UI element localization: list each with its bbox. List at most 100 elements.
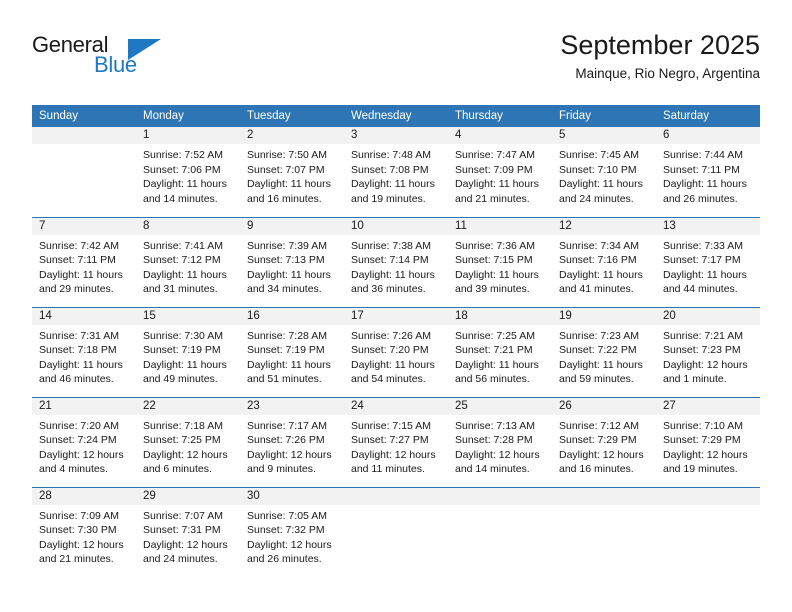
day-detail-line: Sunrise: 7:09 AM — [39, 509, 119, 522]
day-number: 12 — [552, 217, 656, 235]
calendar-day-cell[interactable]: 19 Sunrise: 7:23 AM Sunset: 7:22 PM Dayligh… — [552, 306, 656, 397]
day-detail-line: Daylight: 12 hours — [39, 448, 124, 461]
calendar-day-cell[interactable]: 22 Sunrise: 7:18 AM Sunset: 7:25 PM Dayligh… — [136, 396, 240, 487]
day-details: Sunrise: 7:42 AM Sunset: 7:11 PM Daylight:… — [32, 235, 136, 297]
day-detail-line: Daylight: 11 hours — [39, 358, 123, 371]
day-detail-line: and 19 minutes. — [663, 463, 738, 476]
calendar-day-cell[interactable]: 28 Sunrise: 7:09 AM Sunset: 7:30 PM Dayligh… — [32, 486, 136, 577]
page-header: General Blue September 2025 Mainque, Rio… — [32, 28, 760, 90]
calendar-day-cell[interactable]: 17 Sunrise: 7:26 AM Sunset: 7:20 PM Dayligh… — [344, 306, 448, 397]
day-detail-line: and 24 minutes. — [559, 192, 634, 205]
day-detail-line: and 24 minutes. — [143, 553, 218, 566]
calendar-day-cell[interactable]: 15 Sunrise: 7:30 AM Sunset: 7:19 PM Dayligh… — [136, 306, 240, 397]
general-blue-logo: General Blue — [32, 32, 212, 84]
day-details: Sunrise: 7:52 AM Sunset: 7:06 PM Daylight:… — [136, 144, 240, 206]
day-number: 9 — [240, 217, 344, 235]
calendar-day-cell[interactable]: 30 Sunrise: 7:05 AM Sunset: 7:32 PM Dayligh… — [240, 486, 344, 577]
day-detail-line: and 39 minutes. — [455, 283, 530, 296]
day-detail-line: Sunset: 7:25 PM — [143, 434, 221, 447]
calendar-day-cell[interactable]: 20 Sunrise: 7:21 AM Sunset: 7:23 PM Dayligh… — [656, 306, 760, 397]
calendar-day-cell[interactable]: 1 Sunrise: 7:52 AM Sunset: 7:06 PM Daylight… — [136, 127, 240, 217]
calendar-day-cell[interactable]: 23 Sunrise: 7:17 AM Sunset: 7:26 PM Dayligh… — [240, 396, 344, 487]
day-details: Sunrise: 7:45 AM Sunset: 7:10 PM Daylight:… — [552, 144, 656, 206]
day-detail-line: and 16 minutes. — [559, 463, 634, 476]
weekday-header-wednesday: Wednesday — [344, 105, 448, 127]
day-detail-line: Daylight: 12 hours — [351, 448, 436, 461]
day-details: Sunrise: 7:07 AM Sunset: 7:31 PM Daylight:… — [136, 505, 240, 567]
calendar-day-cell[interactable]: 27 Sunrise: 7:10 AM Sunset: 7:29 PM Dayligh… — [656, 396, 760, 487]
day-number: 15 — [136, 307, 240, 325]
day-detail-line: Sunrise: 7:30 AM — [143, 329, 223, 342]
calendar-day-cell[interactable]: 5 Sunrise: 7:45 AM Sunset: 7:10 PM Daylight… — [552, 127, 656, 217]
day-number: 21 — [32, 397, 136, 415]
calendar-day-cell[interactable]: 11 Sunrise: 7:36 AM Sunset: 7:15 PM Dayligh… — [448, 216, 552, 307]
day-detail-line: Daylight: 11 hours — [247, 268, 331, 281]
day-detail-line: and 36 minutes. — [351, 283, 426, 296]
day-detail-line: and 19 minutes. — [351, 192, 426, 205]
calendar-day-cell[interactable]: 26 Sunrise: 7:12 AM Sunset: 7:29 PM Dayligh… — [552, 396, 656, 487]
day-detail-line: Sunrise: 7:23 AM — [559, 329, 639, 342]
day-number: 25 — [448, 397, 552, 415]
day-details: Sunrise: 7:33 AM Sunset: 7:17 PM Daylight:… — [656, 235, 760, 297]
calendar-day-cell[interactable]: 12 Sunrise: 7:34 AM Sunset: 7:16 PM Dayligh… — [552, 216, 656, 307]
day-detail-line: and 16 minutes. — [247, 192, 322, 205]
weekday-header-friday: Friday — [552, 105, 656, 127]
day-number: 2 — [240, 127, 344, 144]
calendar-day-cell[interactable]: 21 Sunrise: 7:20 AM Sunset: 7:24 PM Dayligh… — [32, 396, 136, 487]
day-details: Sunrise: 7:41 AM Sunset: 7:12 PM Daylight:… — [136, 235, 240, 297]
day-number: 30 — [240, 487, 344, 505]
day-details: Sunrise: 7:34 AM Sunset: 7:16 PM Daylight:… — [552, 235, 656, 297]
day-number: 18 — [448, 307, 552, 325]
day-details — [656, 505, 760, 509]
day-detail-line: Sunset: 7:29 PM — [663, 434, 741, 447]
day-number: 1 — [136, 127, 240, 144]
day-detail-line: Daylight: 12 hours — [143, 448, 228, 461]
calendar-day-cell[interactable]: 4 Sunrise: 7:47 AM Sunset: 7:09 PM Daylight… — [448, 127, 552, 217]
calendar-day-cell[interactable]: 16 Sunrise: 7:28 AM Sunset: 7:19 PM Dayligh… — [240, 306, 344, 397]
day-number — [32, 127, 136, 144]
day-number: 28 — [32, 487, 136, 505]
calendar-grid: Sunday Monday Tuesday Wednesday Thursday Frid… — [32, 105, 760, 577]
calendar-week-row: 1 Sunrise: 7:52 AM Sunset: 7:06 PM Daylight… — [32, 127, 760, 217]
calendar-day-cell[interactable]: 6 Sunrise: 7:44 AM Sunset: 7:11 PM Daylight… — [656, 127, 760, 217]
day-detail-line: Daylight: 11 hours — [455, 358, 539, 371]
day-number: 6 — [656, 127, 760, 144]
day-detail-line: Daylight: 11 hours — [247, 358, 331, 371]
calendar-day-cell[interactable]: 13 Sunrise: 7:33 AM Sunset: 7:17 PM Dayligh… — [656, 216, 760, 307]
calendar-day-cell-empty — [32, 127, 136, 217]
day-detail-line: and 26 minutes. — [247, 553, 322, 566]
day-details: Sunrise: 7:38 AM Sunset: 7:14 PM Daylight:… — [344, 235, 448, 297]
calendar-body: 1 Sunrise: 7:52 AM Sunset: 7:06 PM Daylight… — [32, 127, 760, 577]
day-number: 5 — [552, 127, 656, 144]
calendar-day-cell[interactable]: 3 Sunrise: 7:48 AM Sunset: 7:08 PM Daylight… — [344, 127, 448, 217]
day-detail-line: Sunrise: 7:18 AM — [143, 419, 223, 432]
day-detail-line: and 49 minutes. — [143, 373, 218, 386]
day-details: Sunrise: 7:23 AM Sunset: 7:22 PM Daylight:… — [552, 325, 656, 387]
day-detail-line: Sunrise: 7:45 AM — [559, 149, 639, 161]
calendar-day-cell[interactable]: 10 Sunrise: 7:38 AM Sunset: 7:14 PM Dayligh… — [344, 216, 448, 307]
calendar-day-cell[interactable]: 25 Sunrise: 7:13 AM Sunset: 7:28 PM Dayligh… — [448, 396, 552, 487]
day-number: 24 — [344, 397, 448, 415]
logo-text-blue: Blue — [94, 52, 137, 77]
day-detail-line: Sunrise: 7:44 AM — [663, 149, 743, 161]
day-detail-line: Sunrise: 7:13 AM — [455, 419, 535, 432]
calendar-week-row: 21 Sunrise: 7:20 AM Sunset: 7:24 PM Dayligh… — [32, 396, 760, 487]
day-detail-line: Daylight: 11 hours — [663, 178, 747, 191]
calendar-day-cell[interactable]: 9 Sunrise: 7:39 AM Sunset: 7:13 PM Daylight… — [240, 216, 344, 307]
day-detail-line: Sunset: 7:13 PM — [247, 254, 325, 267]
day-details: Sunrise: 7:26 AM Sunset: 7:20 PM Daylight:… — [344, 325, 448, 387]
day-detail-line: Sunrise: 7:10 AM — [663, 419, 743, 432]
calendar-day-cell[interactable]: 24 Sunrise: 7:15 AM Sunset: 7:27 PM Dayligh… — [344, 396, 448, 487]
day-detail-line: and 46 minutes. — [39, 373, 114, 386]
day-detail-line: Sunset: 7:22 PM — [559, 344, 637, 357]
calendar-day-cell[interactable]: 2 Sunrise: 7:50 AM Sunset: 7:07 PM Daylight… — [240, 127, 344, 217]
day-details: Sunrise: 7:47 AM Sunset: 7:09 PM Daylight:… — [448, 144, 552, 206]
calendar-day-cell[interactable]: 8 Sunrise: 7:41 AM Sunset: 7:12 PM Daylight… — [136, 216, 240, 307]
calendar-day-cell[interactable]: 29 Sunrise: 7:07 AM Sunset: 7:31 PM Dayligh… — [136, 486, 240, 577]
day-number: 17 — [344, 307, 448, 325]
calendar-day-cell[interactable]: 18 Sunrise: 7:25 AM Sunset: 7:21 PM Dayligh… — [448, 306, 552, 397]
calendar-day-cell[interactable]: 7 Sunrise: 7:42 AM Sunset: 7:11 PM Daylight… — [32, 216, 136, 307]
day-detail-line: Daylight: 11 hours — [559, 178, 643, 191]
calendar-day-cell[interactable]: 14 Sunrise: 7:31 AM Sunset: 7:18 PM Dayligh… — [32, 306, 136, 397]
day-detail-line: and 6 minutes. — [143, 463, 212, 476]
